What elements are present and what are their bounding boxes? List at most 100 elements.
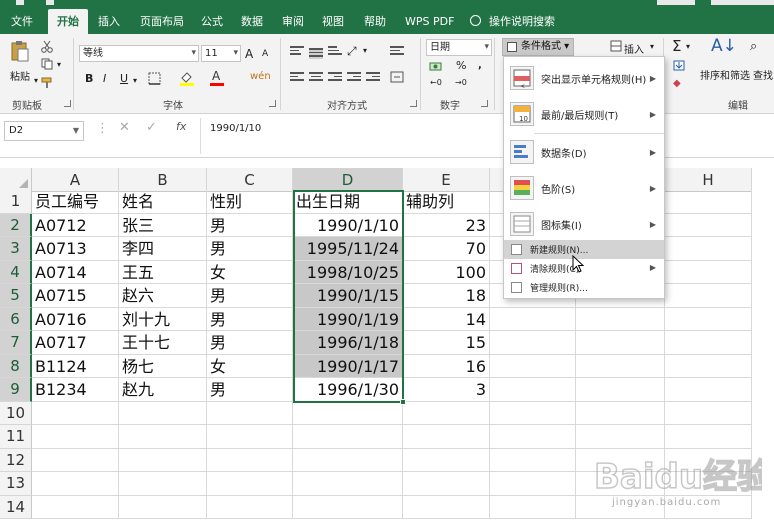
menu-clear-rules[interactable]: 清除规则(C) ▶: [504, 259, 664, 278]
align-center-icon[interactable]: [309, 72, 323, 83]
orientation-dropdown-icon[interactable]: ▾: [363, 46, 367, 55]
menu-icon-sets[interactable]: 图标集(I) ▶: [504, 206, 664, 242]
cell-g10[interactable]: [576, 401, 665, 425]
cell-d3[interactable]: 1995/11/24: [293, 237, 403, 261]
cell-d2[interactable]: 1990/1/10: [293, 213, 403, 237]
cell-f10[interactable]: [490, 401, 576, 425]
column-header-d[interactable]: D: [293, 168, 403, 192]
cell-c4[interactable]: 女: [207, 260, 293, 284]
cell-e3[interactable]: 70: [403, 237, 490, 261]
cell-g8[interactable]: [576, 354, 665, 378]
cell-b10[interactable]: [119, 401, 207, 425]
cell-g7[interactable]: [576, 331, 665, 355]
cell-b12[interactable]: [119, 448, 207, 472]
column-header-c[interactable]: C: [207, 168, 293, 192]
cell-d5[interactable]: 1990/1/15: [293, 284, 403, 308]
tab-review[interactable]: 审阅: [282, 9, 304, 34]
row-header-7[interactable]: 7: [0, 331, 32, 355]
cell-h5[interactable]: [665, 284, 752, 308]
cell-h8[interactable]: [665, 354, 752, 378]
tab-home[interactable]: 开始: [48, 9, 88, 34]
borders-button[interactable]: [146, 71, 162, 85]
cell-b14[interactable]: [119, 495, 207, 519]
cell-a11[interactable]: [32, 425, 119, 449]
cell-e1[interactable]: 辅助列: [403, 190, 490, 214]
cell-b8[interactable]: 杨七: [119, 354, 207, 378]
formula-input[interactable]: 1990/1/10: [210, 123, 261, 134]
cell-c7[interactable]: 男: [207, 331, 293, 355]
cell-e12[interactable]: [403, 448, 490, 472]
cell-b9[interactable]: 赵九: [119, 378, 207, 402]
cell-d4[interactable]: 1998/10/25: [293, 260, 403, 284]
find-search-icon[interactable]: ⌕: [750, 39, 757, 54]
phonetic-guide-icon[interactable]: wén: [250, 71, 271, 82]
number-launcher-icon[interactable]: [481, 100, 488, 107]
paste-dropdown-icon[interactable]: ▾: [34, 76, 38, 85]
decrease-decimal-icon[interactable]: →0: [455, 78, 467, 87]
underline-button[interactable]: U: [120, 72, 128, 85]
cell-c11[interactable]: [207, 425, 293, 449]
accounting-format-button[interactable]: [428, 60, 442, 72]
font-size-select[interactable]: 11 ▾: [201, 45, 241, 62]
row-header-9[interactable]: 9: [0, 378, 32, 402]
cell-b6[interactable]: 刘十九: [119, 307, 207, 331]
tab-wps-pdf[interactable]: WPS PDF: [405, 9, 454, 34]
cut-button[interactable]: [40, 39, 54, 53]
cell-e5[interactable]: 18: [403, 284, 490, 308]
confirm-entry-icon[interactable]: ✓: [146, 120, 157, 135]
cell-b7[interactable]: 王十七: [119, 331, 207, 355]
menu-data-bars[interactable]: 数据条(D) ▶: [504, 134, 664, 170]
insert-dropdown-icon[interactable]: ▾: [650, 42, 654, 51]
paste-button[interactable]: [9, 40, 31, 62]
conditional-formatting-button[interactable]: 条件格式 ▾: [502, 38, 574, 56]
row-header-5[interactable]: 5: [0, 284, 32, 308]
cell-a8[interactable]: B1124: [32, 354, 119, 378]
align-top-icon[interactable]: [290, 46, 304, 57]
cancel-entry-icon[interactable]: ✕: [119, 120, 130, 135]
name-box[interactable]: D2 ▼: [4, 121, 84, 141]
cell-c1[interactable]: 性别: [207, 190, 293, 214]
cell-d1[interactable]: 出生日期: [293, 190, 403, 214]
cell-c8[interactable]: 女: [207, 354, 293, 378]
cell-c6[interactable]: 男: [207, 307, 293, 331]
cell-c14[interactable]: [207, 495, 293, 519]
insert-function-button[interactable]: fx: [176, 120, 186, 133]
shrink-font-button[interactable]: A: [262, 49, 268, 59]
cell-a4[interactable]: A0714: [32, 260, 119, 284]
tab-data[interactable]: 数据: [241, 9, 263, 34]
cell-a6[interactable]: A0716: [32, 307, 119, 331]
cell-a14[interactable]: [32, 495, 119, 519]
cell-g9[interactable]: [576, 378, 665, 402]
menu-manage-rules[interactable]: 管理规则(R)...: [504, 278, 664, 297]
insert-cells-button[interactable]: 插入: [624, 41, 644, 56]
cell-f8[interactable]: [490, 354, 576, 378]
row-header-1[interactable]: 1: [0, 190, 32, 214]
cell-d7[interactable]: 1996/1/18: [293, 331, 403, 355]
copy-dropdown-icon[interactable]: ▾: [57, 60, 61, 69]
cell-d6[interactable]: 1990/1/19: [293, 307, 403, 331]
align-middle-icon[interactable]: [309, 48, 323, 59]
cell-b2[interactable]: 张三: [119, 213, 207, 237]
menu-highlight-cell-rules[interactable]: < 突出显示单元格规则(H) ▶: [504, 60, 664, 96]
clear-eraser-icon[interactable]: ◆: [673, 78, 681, 89]
cell-b3[interactable]: 李四: [119, 237, 207, 261]
cell-h11[interactable]: [665, 425, 752, 449]
menu-new-rule[interactable]: 新建规则(N)...: [504, 240, 664, 259]
cell-d13[interactable]: [293, 472, 403, 496]
cell-f9[interactable]: [490, 378, 576, 402]
cell-h4[interactable]: [665, 260, 752, 284]
comma-style-icon[interactable]: ,: [478, 60, 482, 71]
cell-f14[interactable]: [490, 495, 576, 519]
cell-d8[interactable]: 1990/1/17: [293, 354, 403, 378]
row-header-11[interactable]: 11: [0, 425, 32, 449]
row-header-6[interactable]: 6: [0, 307, 32, 331]
column-header-b[interactable]: B: [119, 168, 207, 192]
cell-e4[interactable]: 100: [403, 260, 490, 284]
cell-a5[interactable]: A0715: [32, 284, 119, 308]
cell-e2[interactable]: 23: [403, 213, 490, 237]
cell-b1[interactable]: 姓名: [119, 190, 207, 214]
merge-center-button[interactable]: [389, 70, 405, 84]
cell-c12[interactable]: [207, 448, 293, 472]
font-name-select[interactable]: 等线 ▾: [79, 45, 199, 62]
cell-g11[interactable]: [576, 425, 665, 449]
